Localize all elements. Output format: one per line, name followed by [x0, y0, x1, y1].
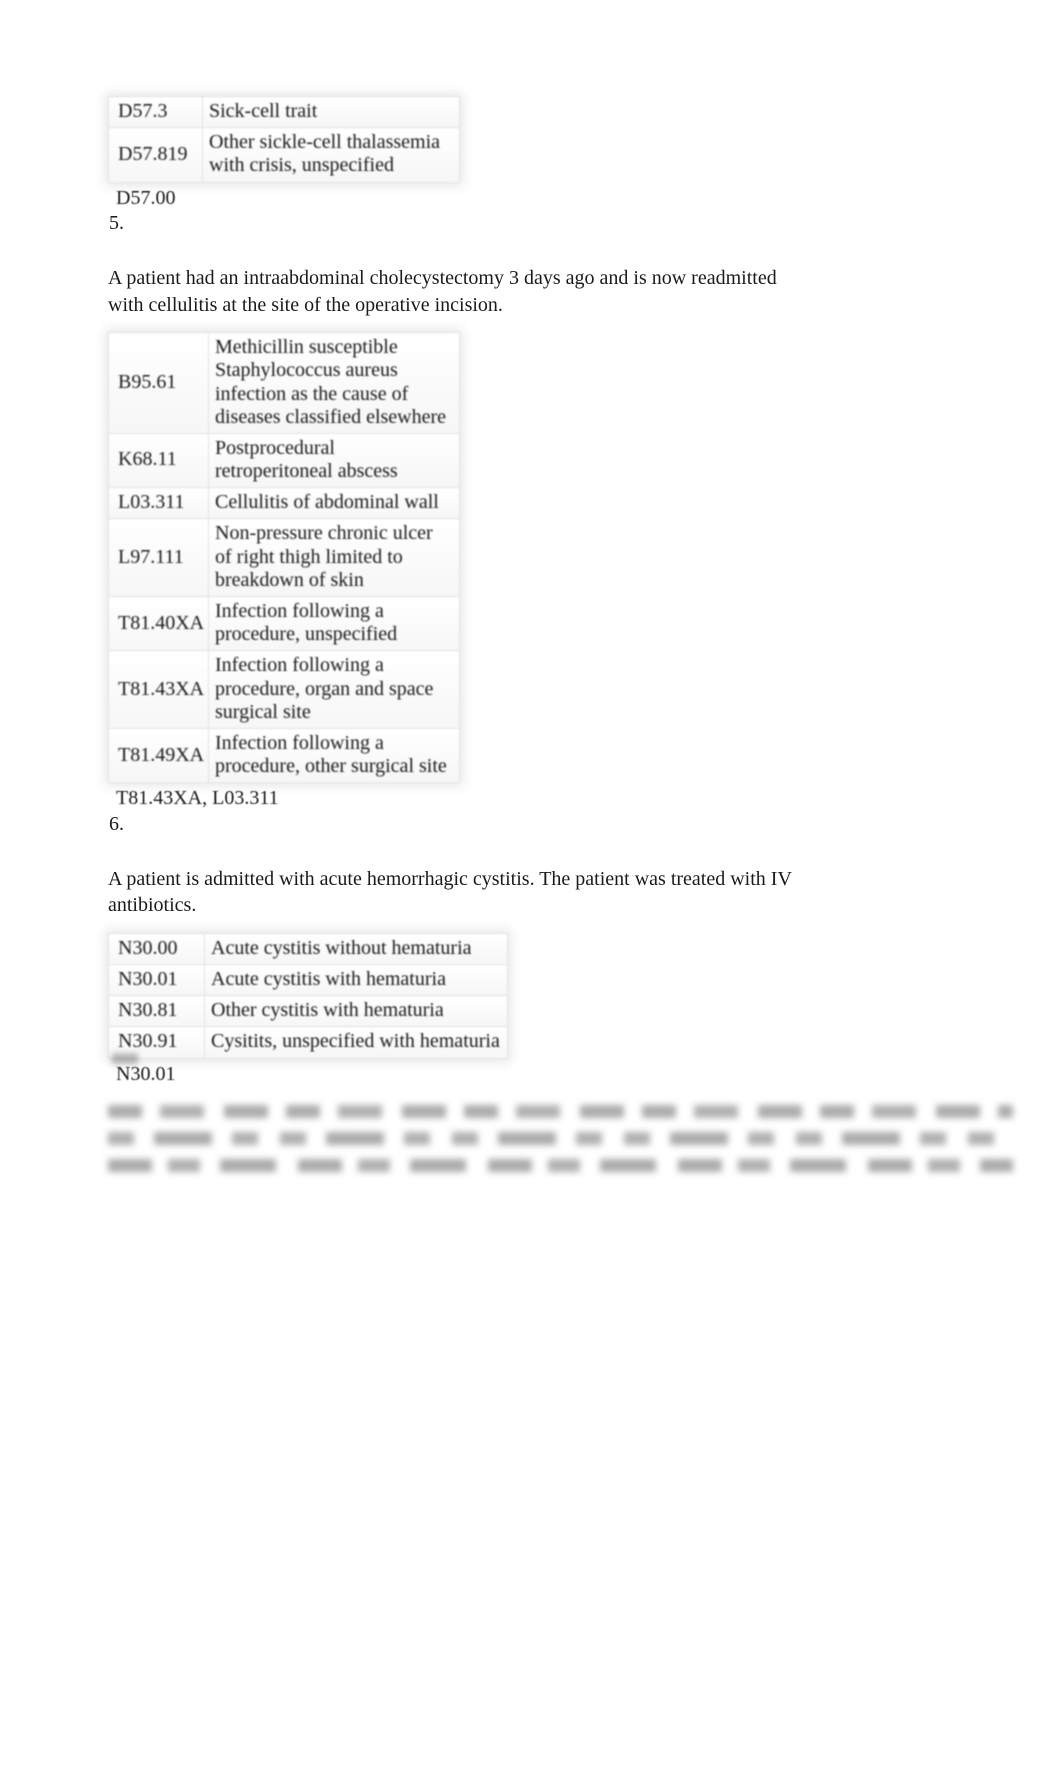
table-row: B95.61 Methicillin susceptible Staphyloc… [108, 332, 460, 434]
code-cell: T81.49XA [108, 727, 209, 784]
code-table-d57: D57.3 Sick-cell trait D57.819 Other sick… [108, 95, 460, 183]
code-cell: B95.61 [108, 332, 209, 434]
description-cell: Infection following a procedure, other s… [208, 727, 460, 784]
table-row: N30.91 Cysitits, unspecified with hematu… [108, 1026, 508, 1059]
code-table-infection: B95.61 Methicillin susceptible Staphyloc… [108, 332, 460, 784]
code-cell: T81.40XA [108, 595, 209, 652]
table-row: T81.49XA Infection following a procedure… [108, 727, 460, 784]
table-row: T81.40XA Infection following a procedure… [108, 595, 460, 652]
code-cell: N30.81 [108, 995, 205, 1028]
answer-line: T81.43XA, L03.311 [116, 787, 279, 810]
question-number: 5. [109, 211, 124, 234]
document-content: D57.3 Sick-cell trait D57.819 Other sick… [108, 95, 908, 1086]
question-prompt: A patient had an intraabdominal cholecys… [108, 267, 777, 316]
table-row: N30.01 Acute cystitis with hematuria [108, 964, 508, 997]
answer-line: N30.01 [116, 1062, 176, 1085]
table-row: L03.311 Cellulitis of abdominal wall [108, 487, 460, 520]
question-prompt: A patient is admitted with acute hemorrh… [108, 868, 792, 917]
illegible-stub [112, 1053, 138, 1064]
description-cell: Acute cystitis with hematuria [204, 964, 508, 997]
table-row: L97.111 Non-pressure chronic ulcer of ri… [108, 518, 460, 597]
answer-line: D57.00 [116, 186, 176, 209]
code-cell: N30.01 [108, 964, 205, 997]
description-cell: Other cystitis with hematuria [204, 995, 508, 1028]
table-row: K68.11 Postprocedural retroperitoneal ab… [108, 432, 460, 489]
code-cell: L97.111 [108, 518, 209, 597]
description-cell: Cysitits, unspecified with hematuria [204, 1026, 508, 1059]
code-cell: N30.00 [108, 932, 205, 966]
illegible-text-line [108, 1159, 1013, 1172]
table-row: N30.00 Acute cystitis without hematuria [108, 932, 508, 966]
code-cell: T81.43XA [108, 650, 209, 729]
illegible-text-line [108, 1132, 1013, 1145]
description-cell: Cellulitis of abdominal wall [208, 487, 460, 520]
code-cell: D57.819 [108, 127, 203, 183]
description-cell: Infection following a procedure, unspeci… [208, 595, 460, 652]
table-row: D57.3 Sick-cell trait [108, 95, 460, 129]
table-row: T81.43XA Infection following a procedure… [108, 650, 460, 729]
description-cell: Infection following a procedure, organ a… [208, 650, 460, 729]
description-cell: Postprocedural retroperitoneal abscess [208, 432, 460, 489]
illegible-text-line [108, 1105, 1013, 1118]
document-page: D57.3 Sick-cell trait D57.819 Other sick… [0, 0, 1062, 1776]
code-table-cystitis: N30.00 Acute cystitis without hematuria … [108, 932, 508, 1059]
illegible-footer-paragraph [108, 1105, 1013, 1186]
code-cell: D57.3 [108, 95, 203, 129]
code-cell: L03.311 [108, 487, 209, 520]
table-row: N30.81 Other cystitis with hematuria [108, 995, 508, 1028]
description-cell: Acute cystitis without hematuria [204, 932, 508, 966]
description-cell: Methicillin susceptible Staphylococcus a… [208, 332, 460, 434]
code-cell: K68.11 [108, 432, 209, 489]
question-number: 6. [109, 812, 124, 835]
description-cell: Other sickle-cell thalassemia with crisi… [202, 127, 460, 183]
description-cell: Sick-cell trait [202, 95, 460, 129]
description-cell: Non-pressure chronic ulcer of right thig… [208, 518, 460, 597]
table-row: D57.819 Other sickle-cell thalassemia wi… [108, 127, 460, 183]
